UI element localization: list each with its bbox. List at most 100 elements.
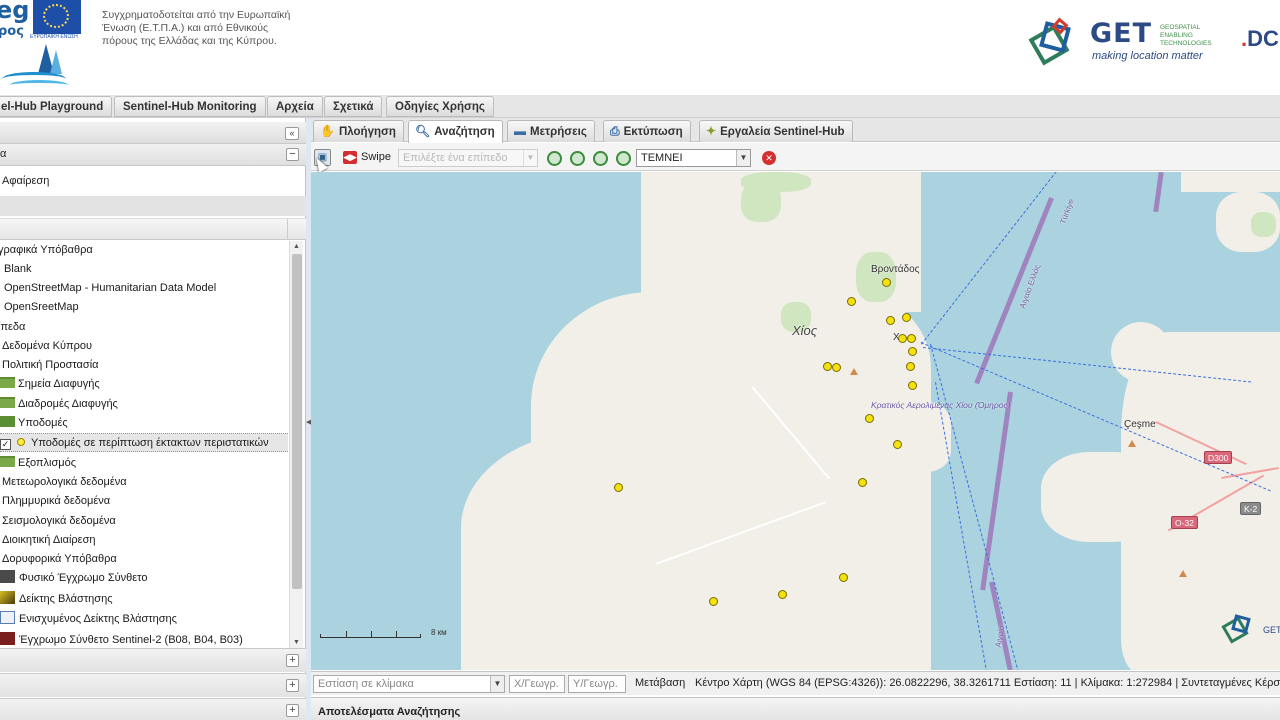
map-point[interactable] — [847, 297, 856, 306]
scroll-down-icon[interactable]: ▼ — [293, 639, 300, 646]
tree-item[interactable]: Δείκτης Βλάστησης — [0, 590, 113, 609]
map-canvas[interactable]: Βροντάδος Χίος Χ Κρατικός Αερολιμένας Χί… — [311, 172, 1280, 670]
tree-item[interactable]: Υποδομές — [0, 414, 68, 433]
tab-print[interactable]: ⎙ Εκτύπωση — [603, 120, 691, 142]
get-watermark-icon — [1221, 612, 1261, 648]
map-point[interactable] — [908, 347, 917, 356]
tree-item[interactable]: Φυσικό Έγχρωμο Σύνθετο — [0, 569, 147, 588]
map-point[interactable] — [832, 363, 841, 372]
tree-item[interactable]: Δεδομένα Κύπρου — [2, 337, 92, 356]
x-coordinate-input[interactable]: Χ/Γεωγρ. — [509, 675, 565, 693]
expand-section-button[interactable]: + — [286, 654, 299, 667]
collapse-panel-button[interactable]: « — [285, 127, 299, 140]
zoom-search-icon[interactable] — [616, 151, 631, 166]
map-point[interactable] — [893, 440, 902, 449]
tab-about[interactable]: Σχετικά — [324, 96, 383, 117]
layer-thumbnail-icon — [0, 570, 15, 583]
layer-checkbox[interactable]: ✓ — [0, 439, 11, 450]
eu-flag-icon — [33, 0, 81, 34]
zoom-search-icon[interactable] — [570, 151, 585, 166]
tree-item[interactable]: Διαδρομές Διαφυγής — [0, 395, 118, 414]
tab-search[interactable]: 🔍︎ Αναζήτηση — [408, 120, 503, 143]
point-symbol-icon — [17, 438, 25, 446]
panel-divider — [0, 196, 306, 216]
tab-user-guide[interactable]: Οδηγίες Χρήσης — [386, 96, 494, 117]
swipe-icon[interactable]: ◀▶ — [343, 151, 357, 164]
tree-item[interactable]: Blank — [4, 260, 32, 279]
tree-item[interactable]: Σεισμολογικά δεδομένα — [2, 512, 116, 531]
map-label: Türkiye — [1058, 197, 1076, 226]
tab-navigation[interactable]: ✋ Πλοήγηση — [313, 120, 404, 142]
tree-item-label: OpenStreetMap - Humanitarian Data Model — [4, 282, 217, 294]
tree-item[interactable]: Έγχρωμο Σύνθετο Sentinel-2 (B08, B04, B0… — [0, 631, 243, 648]
map-point[interactable] — [709, 597, 718, 606]
tree-item[interactable]: Διοικητική Διαίρεση — [2, 531, 96, 550]
tree-item-label: Σημεία Διαφυγής — [18, 378, 100, 390]
map-point[interactable] — [839, 573, 848, 582]
chevron-down-icon[interactable]: ▼ — [490, 676, 504, 692]
tab-label: Εκτύπωση — [623, 126, 683, 138]
tree-item[interactable]: OpenSreetMap — [4, 298, 79, 317]
expand-section-button[interactable]: + — [286, 679, 299, 692]
get-tagline: making location matter — [1092, 50, 1203, 62]
tab-files[interactable]: Αρχεία — [267, 96, 323, 117]
map-point[interactable] — [907, 334, 916, 343]
peak-icon — [1179, 570, 1187, 577]
map-point[interactable] — [823, 362, 832, 371]
tree-item-label: Έγχρωμο Σύνθετο Sentinel-2 (B08, B04, B0… — [19, 634, 243, 646]
swipe-label[interactable]: Swipe — [361, 151, 391, 163]
y-coordinate-input[interactable]: Υ/Γεωγρ. — [568, 675, 626, 693]
goto-button[interactable]: Μετάβαση — [635, 677, 685, 689]
road-shield: D300 — [1204, 451, 1233, 464]
tab-measurements[interactable]: ▬ Μετρήσεις — [507, 120, 595, 142]
region-select[interactable]: ΤΕΜΝΕΙ ▼ — [636, 149, 751, 167]
layer-tree-scrollbar[interactable]: ▲ ▼ — [289, 241, 303, 648]
tree-item[interactable]: Ενισχυμένος Δείκτης Βλάστησης — [0, 610, 177, 629]
accordion-section-3[interactable]: + — [0, 698, 306, 720]
map-point[interactable] — [614, 483, 623, 492]
map-point[interactable] — [902, 313, 911, 322]
tree-item[interactable]: Εξοπλισμός — [0, 454, 76, 473]
tree-item-label: ίπεδα — [0, 321, 26, 333]
tree-item[interactable]: Πολιτική Προστασία — [2, 356, 99, 375]
funding-text: Συγχρηματοδοτείται από την Ευρωπαϊκή Ένω… — [102, 9, 291, 47]
tree-item[interactable]: Πλημμυρικά δεδομένα — [2, 492, 110, 511]
tree-item[interactable]: Σημεία Διαφυγής — [0, 375, 100, 394]
tab-label: Μετρήσεις — [530, 126, 587, 138]
map-point[interactable] — [778, 590, 787, 599]
scroll-thumb[interactable] — [292, 254, 302, 589]
tree-item[interactable]: OpenStreetMap - Humanitarian Data Model — [4, 279, 216, 298]
scale-input[interactable]: Εστίαση σε κλίμακα ▼ — [313, 675, 505, 693]
layer-thumbnail-icon — [0, 611, 15, 624]
map-point[interactable] — [865, 414, 874, 423]
clear-search-icon[interactable]: ✕ — [762, 151, 776, 165]
map-point[interactable] — [882, 278, 891, 287]
search-results-panel[interactable]: Αποτελέσματα Αναζήτησης — [311, 697, 1280, 720]
tree-item[interactable]: Μετεωρολογικά δεδομένα — [2, 473, 127, 492]
map-point[interactable] — [858, 478, 867, 487]
map-point[interactable] — [908, 381, 917, 390]
map-point[interactable] — [906, 362, 915, 371]
chevron-down-icon: ▼ — [523, 150, 537, 166]
remove-layer-button[interactable]: Αφαίρεση — [0, 173, 306, 191]
layer-tree: γραφικά Υπόβαθρα Blank OpenStreetMap - H… — [0, 241, 290, 648]
map-point[interactable] — [886, 316, 895, 325]
collapse-section-button[interactable]: − — [286, 148, 299, 161]
tab-sentinel-hub-monitoring[interactable]: Sentinel-Hub Monitoring — [114, 96, 266, 117]
tab-label: Εργαλεία Sentinel-Hub — [720, 126, 845, 138]
tree-item-selected-layer[interactable]: ✓ Υποδομές σε περίπτωση έκτακτων περιστατ… — [0, 433, 288, 452]
accordion-section-2[interactable]: + — [0, 673, 306, 697]
tree-item[interactable]: ίπεδα — [0, 318, 25, 337]
tab-sentinel-hub-tools[interactable]: ✦ Εργαλεία Sentinel-Hub — [699, 120, 853, 142]
zoom-search-icon[interactable] — [593, 151, 608, 166]
accordion-section-1[interactable]: + — [0, 648, 306, 672]
scroll-up-icon[interactable]: ▲ — [293, 243, 300, 250]
tree-item[interactable]: Δορυφορικά Υπόβαθρα — [2, 550, 117, 569]
zoom-search-icon[interactable] — [547, 151, 562, 166]
tree-item[interactable]: γραφικά Υπόβαθρα — [0, 241, 93, 260]
tab-sentinel-hub-playground[interactable]: el-Hub Playground — [0, 96, 113, 117]
expand-section-button[interactable]: + — [286, 704, 299, 717]
road-shield: O-32 — [1171, 516, 1198, 529]
app-window: eg ρος ΕΥΡΩΠΑΪΚΗ ΕΝΩΣΗ Συγχρηματοδοτείτα… — [0, 0, 1280, 720]
layer-select[interactable]: Επιλέξτε ένα επίπεδο ▼ — [398, 149, 538, 167]
